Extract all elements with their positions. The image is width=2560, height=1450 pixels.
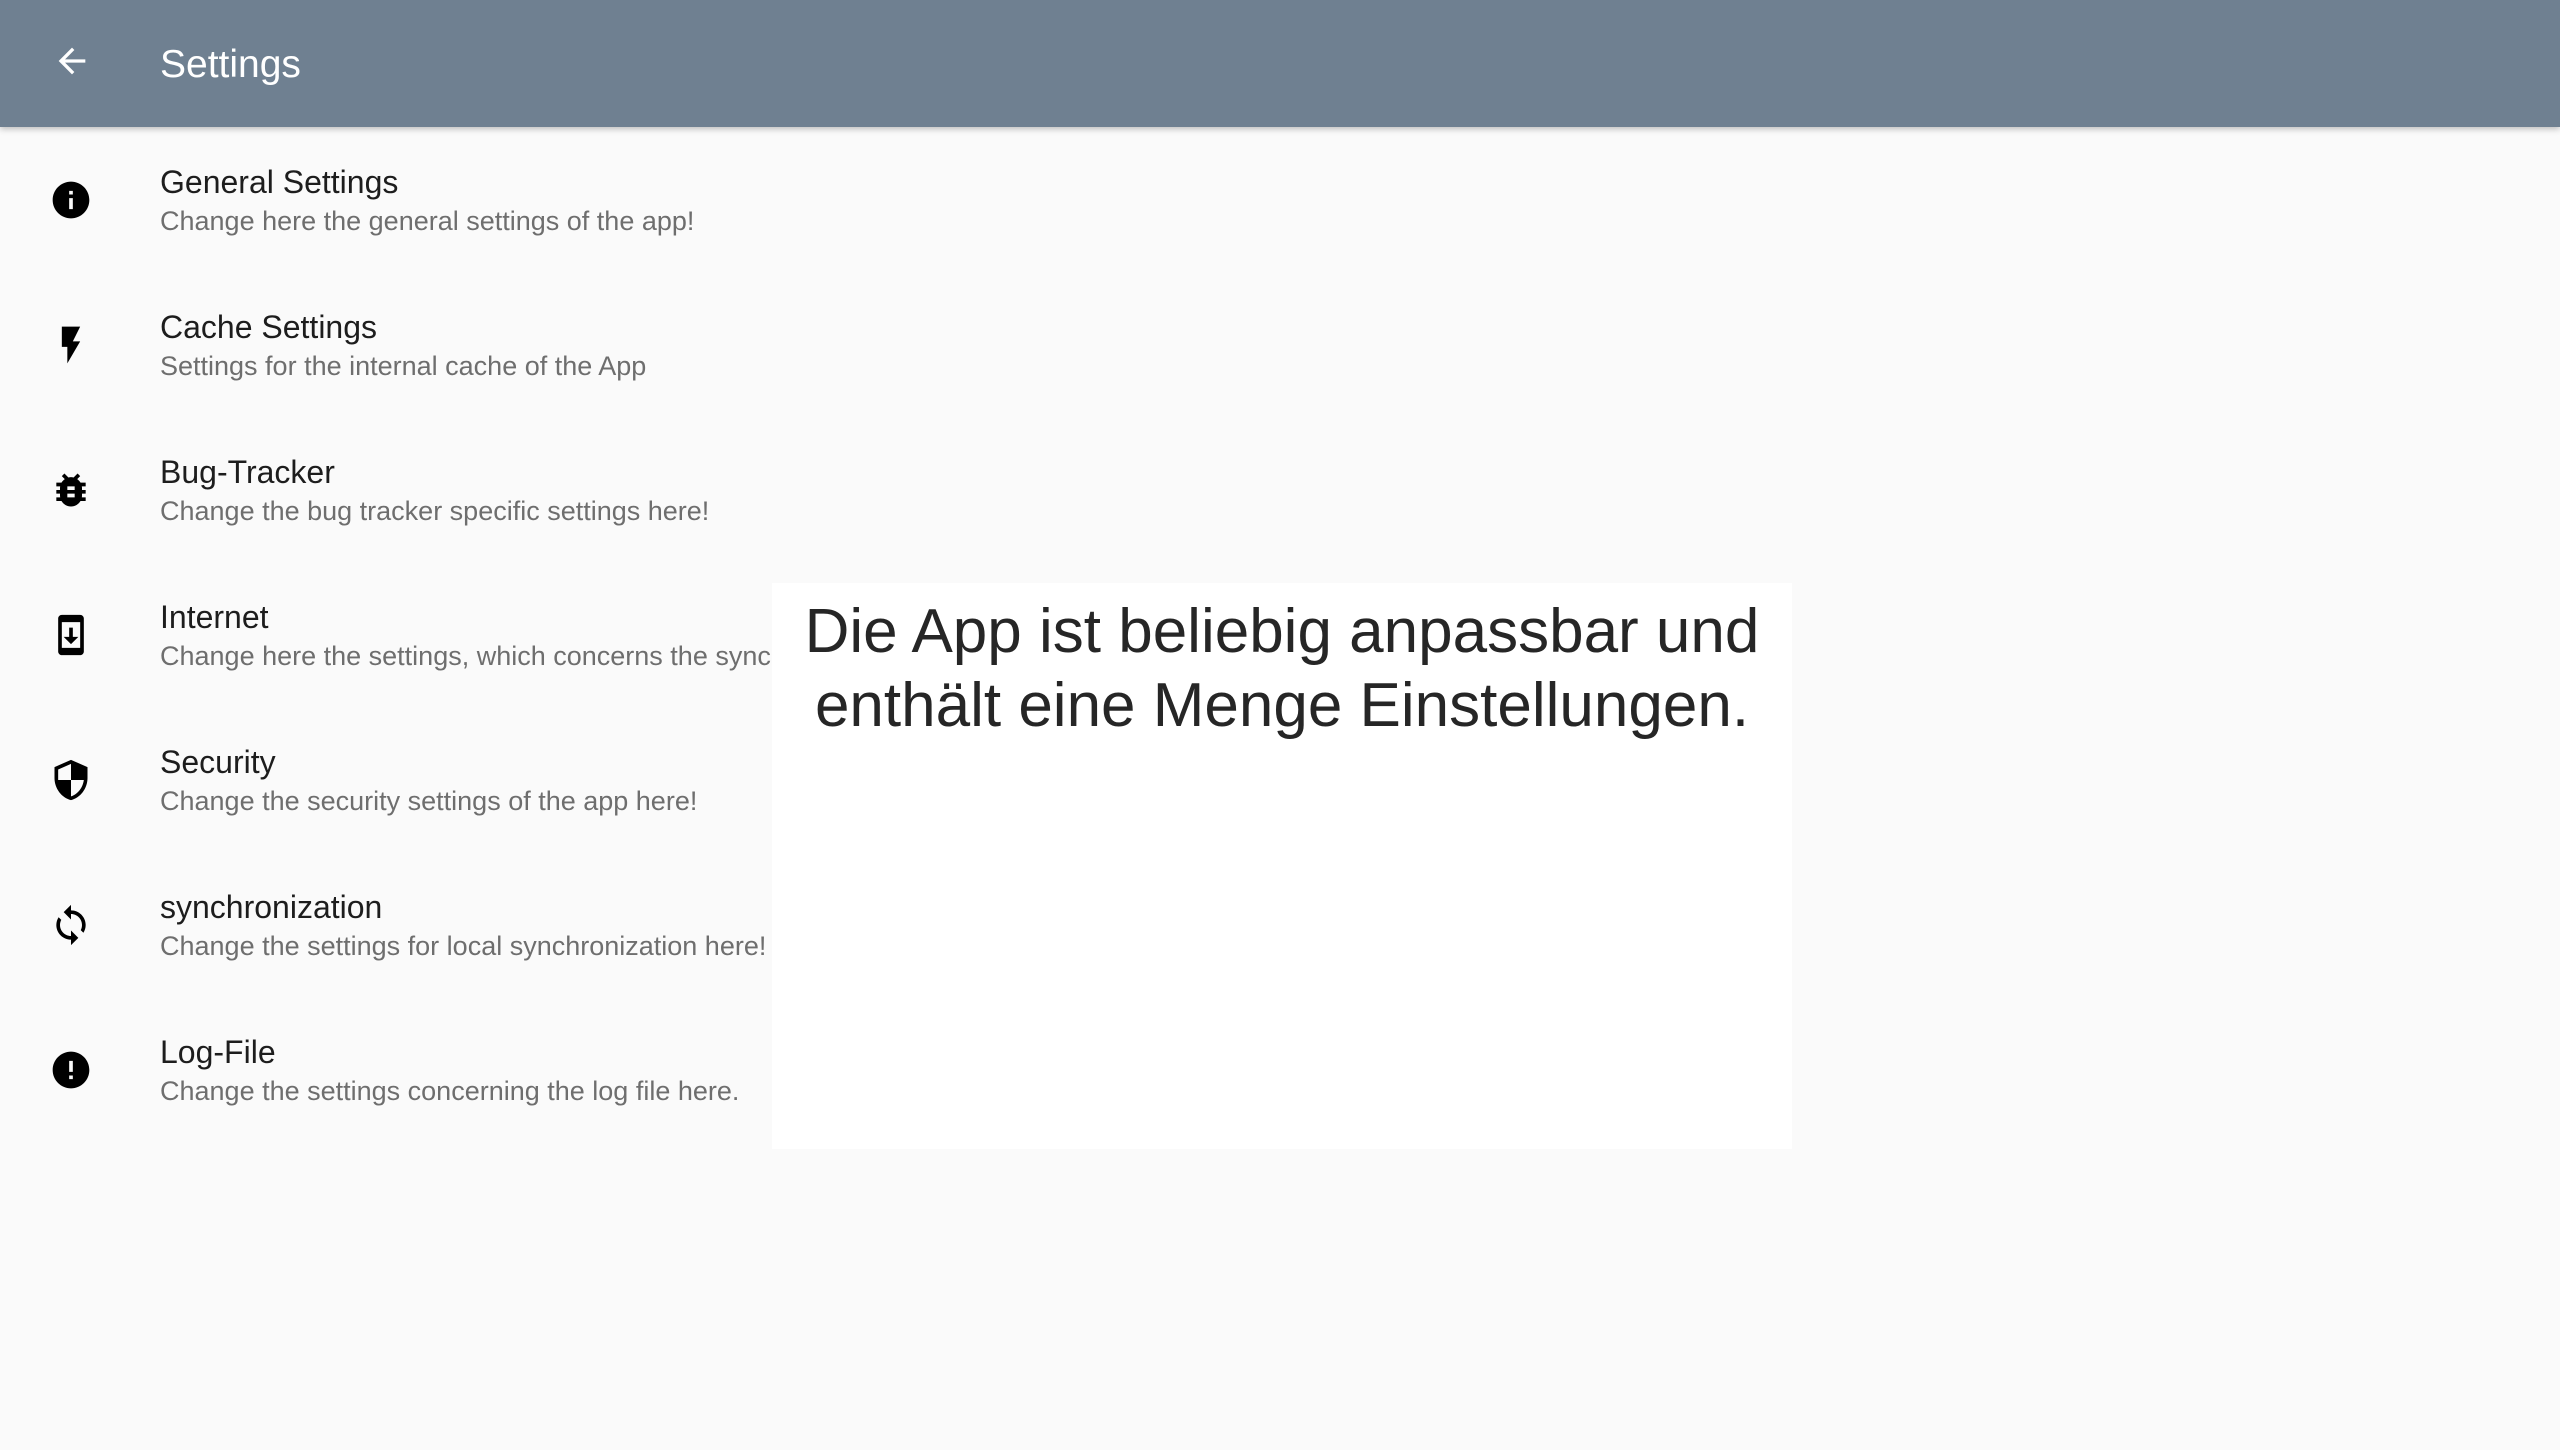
settings-item-bug-tracker[interactable]: Bug-Tracker Change the bug tracker speci… xyxy=(0,417,2560,562)
shield-icon xyxy=(46,755,96,805)
item-title: Log-File xyxy=(160,1034,276,1070)
item-subtitle: Change the settings concerning the log f… xyxy=(160,1076,740,1106)
alert-circle-icon xyxy=(46,1045,96,1095)
back-button[interactable] xyxy=(40,31,104,95)
item-title: synchronization xyxy=(160,889,383,925)
phone-download-icon xyxy=(46,610,96,660)
item-subtitle: Change the bug tracker specific settings… xyxy=(160,496,710,526)
sync-icon xyxy=(46,900,96,950)
item-title: Cache Settings xyxy=(160,309,378,345)
item-title: Security xyxy=(160,744,276,780)
promo-caption-card: Die App ist beliebig anpassbar und enthä… xyxy=(772,583,1792,1149)
arrow-left-icon xyxy=(52,41,92,86)
item-subtitle: Change here the general settings of the … xyxy=(160,206,695,236)
item-title: Bug-Tracker xyxy=(160,454,335,490)
item-title: Internet xyxy=(160,599,269,635)
item-subtitle: Change the settings for local synchroniz… xyxy=(160,931,767,961)
item-subtitle: Change the security settings of the app … xyxy=(160,786,698,816)
promo-caption: Die App ist beliebig anpassbar und enthä… xyxy=(804,597,1760,740)
settings-item-general[interactable]: General Settings Change here the general… xyxy=(0,127,2560,272)
item-title: General Settings xyxy=(160,164,399,200)
bug-icon xyxy=(46,465,96,515)
settings-item-cache[interactable]: Cache Settings Settings for the internal… xyxy=(0,272,2560,417)
flash-icon xyxy=(46,320,96,370)
item-subtitle: Settings for the internal cache of the A… xyxy=(160,351,647,381)
page-title: Settings xyxy=(160,43,301,86)
app-bar: Settings xyxy=(0,0,2560,127)
info-icon xyxy=(46,175,96,225)
